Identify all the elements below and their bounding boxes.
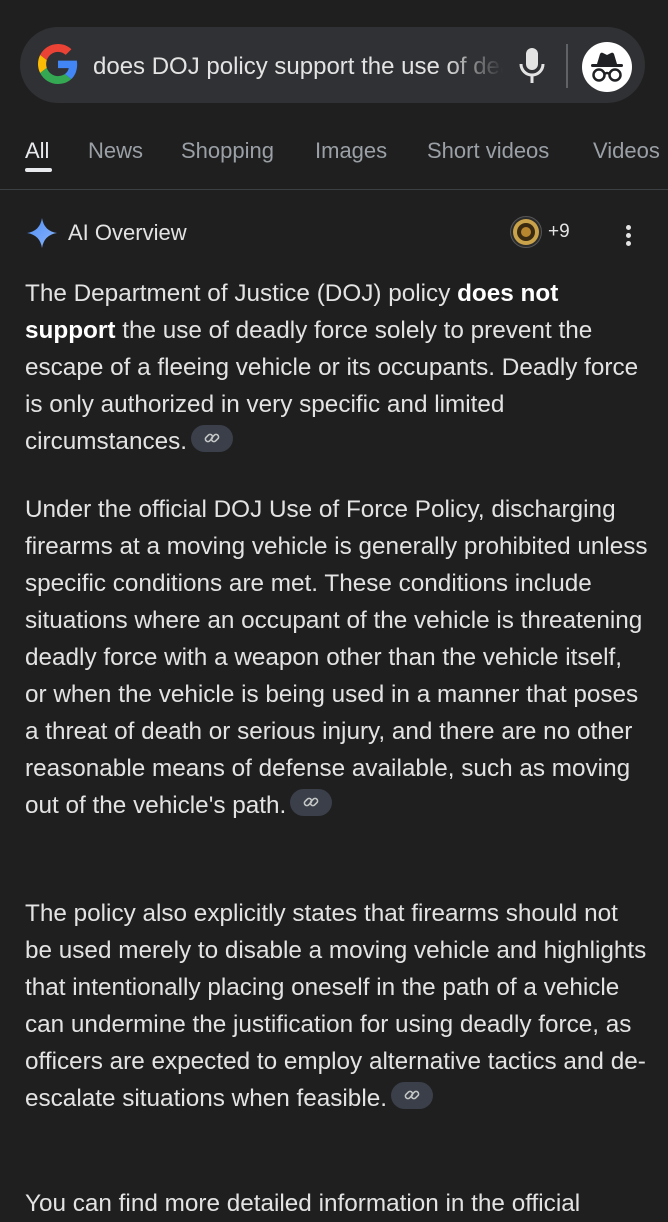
source-avatar[interactable]: [510, 216, 542, 248]
more-options-icon[interactable]: [618, 220, 638, 250]
overview-paragraph-1: The Department of Justice (DOJ) policy d…: [25, 280, 639, 455]
search-tabs: All News Shopping Images Short videos Vi…: [0, 130, 668, 174]
link-icon: [204, 433, 220, 443]
source-count[interactable]: +9: [548, 221, 570, 243]
tab-images[interactable]: Images: [315, 138, 387, 164]
active-tab-indicator: [25, 168, 52, 172]
search-divider: [566, 44, 568, 88]
source-link-chip[interactable]: [290, 789, 333, 816]
link-icon: [303, 797, 319, 807]
tab-all[interactable]: All: [25, 138, 49, 164]
incognito-avatar-button[interactable]: [582, 42, 632, 92]
mic-icon[interactable]: [517, 46, 547, 86]
incognito-icon: [591, 52, 623, 82]
ai-sparkle-icon: [27, 218, 57, 248]
link-icon: [404, 1090, 420, 1100]
overview-paragraph-3: The policy also explicitly states that f…: [25, 900, 647, 1112]
tab-news[interactable]: News: [88, 138, 143, 164]
google-g-icon: [38, 44, 78, 84]
tab-shopping[interactable]: Shopping: [181, 138, 274, 164]
search-input[interactable]: does DOJ policy support the use of deadl…: [93, 50, 503, 84]
overview-paragraph-4: You can find more detailed information i…: [25, 1190, 581, 1217]
tabs-divider: [0, 189, 668, 190]
doj-seal-icon: [513, 219, 539, 245]
source-link-chip[interactable]: [390, 1082, 433, 1109]
source-link-chip[interactable]: [191, 425, 234, 452]
tab-videos[interactable]: Videos: [593, 138, 660, 164]
overview-paragraph-2: Under the official DOJ Use of Force Poli…: [25, 496, 648, 819]
tab-short-videos[interactable]: Short videos: [427, 138, 549, 164]
ai-overview-title: AI Overview: [68, 220, 187, 245]
